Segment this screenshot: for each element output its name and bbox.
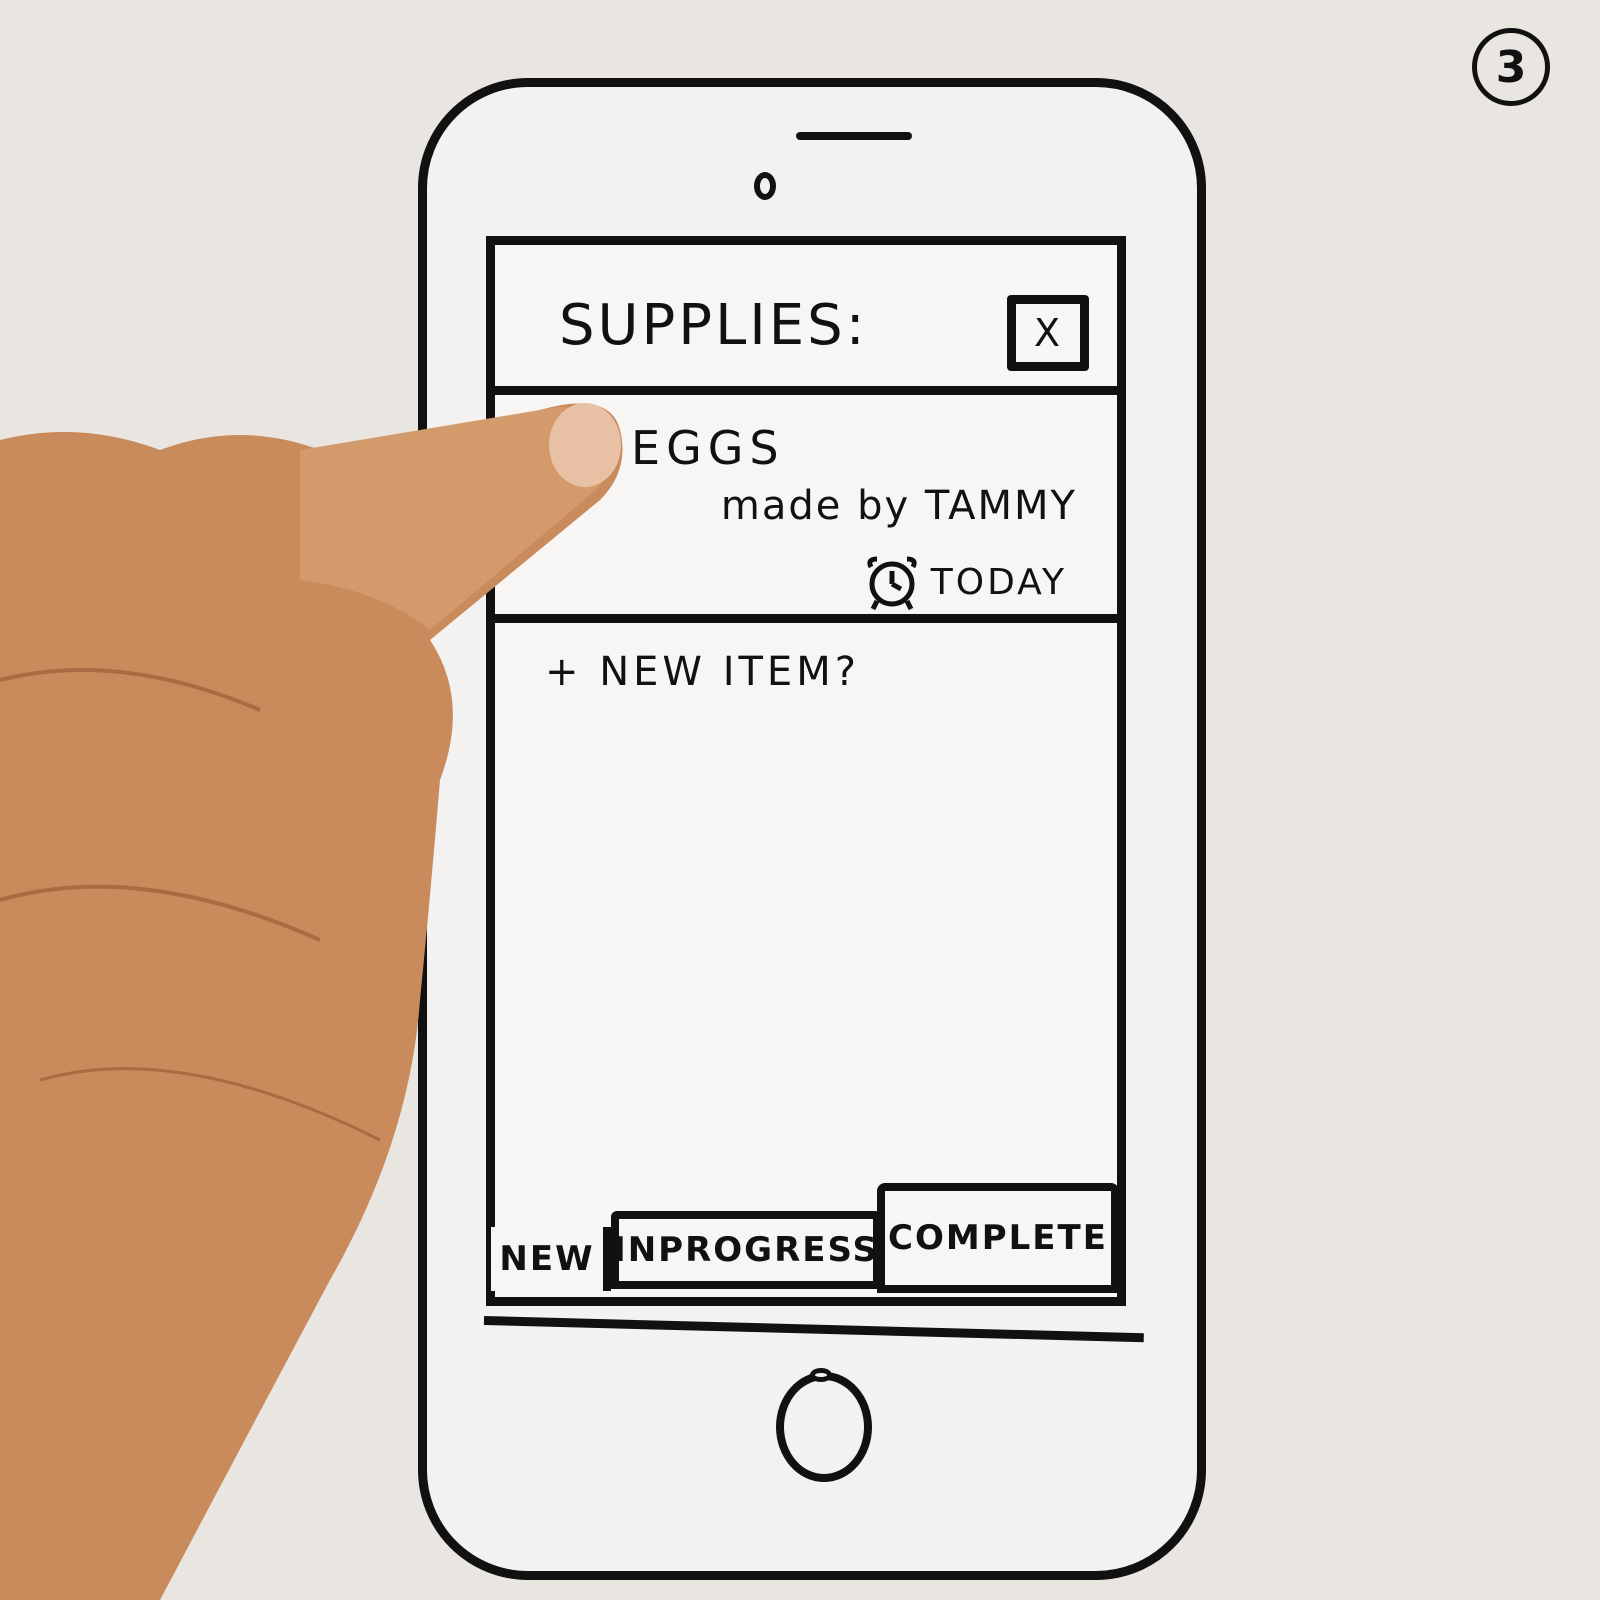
- tab-complete[interactable]: COMPLETE: [877, 1183, 1119, 1293]
- item-due-label: TODAY: [930, 561, 1067, 603]
- alarm-clock-icon: [867, 556, 917, 611]
- front-camera: [754, 172, 776, 200]
- close-button[interactable]: X: [1007, 295, 1089, 371]
- home-button-nub: [810, 1368, 832, 1382]
- tab-inprogress[interactable]: INPROGRESS: [611, 1211, 881, 1289]
- pointing-hand: [0, 403, 623, 1600]
- item-name: EGGS: [631, 421, 785, 475]
- earpiece-speaker: [796, 132, 912, 140]
- screen-title: SUPPLIES:: [559, 293, 868, 358]
- screen-header: SUPPLIES: X: [495, 245, 1117, 395]
- item-due-date: TODAY: [859, 553, 1067, 611]
- item-author: made by TAMMY: [720, 483, 1077, 529]
- page-number: 3: [1472, 28, 1550, 106]
- home-button[interactable]: [776, 1372, 872, 1482]
